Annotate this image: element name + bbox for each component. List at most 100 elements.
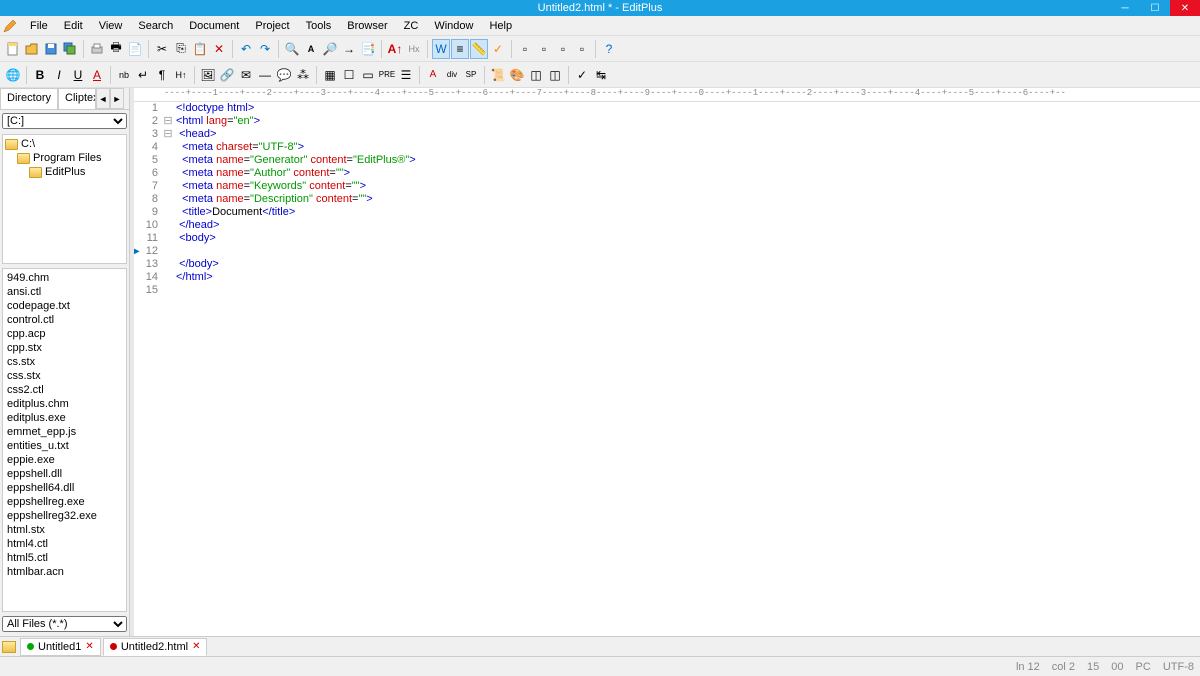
tab-directory[interactable]: Directory	[0, 88, 58, 109]
window3-icon[interactable]: ▫	[554, 39, 572, 59]
font-smaller-icon[interactable]: Hx	[405, 39, 423, 59]
anchor-icon[interactable]: ↵	[134, 65, 152, 85]
nbsp-icon[interactable]: nb	[115, 65, 133, 85]
cut-icon[interactable]: ✂	[153, 39, 171, 59]
email-icon[interactable]: ✉	[237, 65, 255, 85]
style-icon[interactable]: 🎨	[508, 65, 526, 85]
validate-icon[interactable]: ✓	[573, 65, 591, 85]
fold-column[interactable]: ⊟⊟	[162, 102, 174, 636]
doc-tab[interactable]: Untitled2.html✕	[103, 638, 208, 656]
file-item[interactable]: html.stx	[5, 523, 124, 537]
file-item[interactable]: control.ctl	[5, 313, 124, 327]
object-icon[interactable]: ◫	[527, 65, 545, 85]
paste-icon[interactable]: 📋	[191, 39, 209, 59]
replace-icon[interactable]: A	[302, 39, 320, 59]
open-file-icon[interactable]	[23, 39, 41, 59]
menu-project[interactable]: Project	[247, 18, 297, 34]
find-icon[interactable]: 🔍	[283, 39, 301, 59]
comment-icon[interactable]: 💬	[275, 65, 293, 85]
script-icon[interactable]: 📜	[489, 65, 507, 85]
undo-icon[interactable]: ↶	[237, 39, 255, 59]
char-icon[interactable]: ⁂	[294, 65, 312, 85]
file-item[interactable]: cs.stx	[5, 355, 124, 369]
folder-tree[interactable]: C:\Program FilesEditPlus	[2, 134, 127, 264]
maximize-button[interactable]: ☐	[1140, 0, 1170, 16]
tab-cliptext[interactable]: Cliptext	[58, 88, 96, 109]
menu-zc[interactable]: ZC	[396, 18, 427, 34]
help-icon[interactable]: ?	[600, 39, 618, 59]
browser-icon[interactable]: 🌐	[4, 65, 22, 85]
window4-icon[interactable]: ▫	[573, 39, 591, 59]
italic-icon[interactable]: I	[50, 65, 68, 85]
file-item[interactable]: eppshellreg.exe	[5, 495, 124, 509]
span-icon[interactable]: SP	[462, 65, 480, 85]
list-icon[interactable]: ☰	[397, 65, 415, 85]
folder-node[interactable]: Program Files	[5, 151, 124, 165]
applet-icon[interactable]: ◫	[546, 65, 564, 85]
new-file-icon[interactable]	[4, 39, 22, 59]
window1-icon[interactable]: ▫	[516, 39, 534, 59]
menu-edit[interactable]: Edit	[56, 18, 91, 34]
file-item[interactable]: entities_u.txt	[5, 439, 124, 453]
file-item[interactable]: 949.chm	[5, 271, 124, 285]
copy-icon[interactable]: ⎘	[172, 39, 190, 59]
menu-document[interactable]: Document	[181, 18, 247, 34]
file-item[interactable]: eppshell64.dll	[5, 481, 124, 495]
form-icon[interactable]: ☐	[340, 65, 358, 85]
find-files-icon[interactable]: 🔎	[321, 39, 339, 59]
save-icon[interactable]	[42, 39, 60, 59]
file-item[interactable]: html4.ctl	[5, 537, 124, 551]
close-tab-icon[interactable]: ✕	[192, 641, 200, 652]
file-item[interactable]: eppie.exe	[5, 453, 124, 467]
menu-view[interactable]: View	[91, 18, 131, 34]
paragraph-icon[interactable]: ¶	[153, 65, 171, 85]
word-wrap-icon[interactable]: W	[432, 39, 450, 59]
file-item[interactable]: eppshellreg32.exe	[5, 509, 124, 523]
menu-file[interactable]: File	[22, 18, 56, 34]
tab-scroll-right-icon[interactable]: ►	[110, 88, 124, 109]
print-icon[interactable]	[88, 39, 106, 59]
redo-icon[interactable]: ↷	[256, 39, 274, 59]
code-area[interactable]: 123456789101112131415 ⊟⊟ <!doctype html>…	[134, 102, 1200, 636]
menu-window[interactable]: Window	[426, 18, 481, 34]
save-all-icon[interactable]	[61, 39, 79, 59]
file-item[interactable]: codepage.txt	[5, 299, 124, 313]
underline-icon[interactable]: U	[69, 65, 87, 85]
table-icon[interactable]: ▦	[321, 65, 339, 85]
document-icon[interactable]: 📄	[126, 39, 144, 59]
file-item[interactable]: eppshell.dll	[5, 467, 124, 481]
close-button[interactable]: ✕	[1170, 0, 1200, 16]
code-text[interactable]: <!doctype html><html lang="en"> <head> <…	[174, 102, 1200, 636]
minimize-button[interactable]: ─	[1110, 0, 1140, 16]
file-item[interactable]: ansi.ctl	[5, 285, 124, 299]
menu-help[interactable]: Help	[481, 18, 520, 34]
bookmark-icon[interactable]: 📑	[359, 39, 377, 59]
menu-search[interactable]: Search	[130, 18, 181, 34]
font-color-icon[interactable]: A	[88, 65, 106, 85]
file-item[interactable]: css2.ctl	[5, 383, 124, 397]
drive-select[interactable]: [C:]	[2, 113, 127, 129]
file-item[interactable]: cpp.stx	[5, 341, 124, 355]
pre-icon[interactable]: PRE	[378, 65, 396, 85]
folder-node[interactable]: C:\	[5, 137, 124, 151]
hr-icon[interactable]: —	[256, 65, 274, 85]
spell-icon[interactable]: ✓	[489, 39, 507, 59]
delete-icon[interactable]: ✕	[210, 39, 228, 59]
div-icon[interactable]: div	[443, 65, 461, 85]
menu-tools[interactable]: Tools	[298, 18, 340, 34]
print-preview-icon[interactable]: 🖶	[107, 39, 125, 59]
heading-icon[interactable]: H↑	[172, 65, 190, 85]
window2-icon[interactable]: ▫	[535, 39, 553, 59]
ruler-icon[interactable]: 📏	[470, 39, 488, 59]
tidy-icon[interactable]: ↹	[592, 65, 610, 85]
goto-icon[interactable]: →	[340, 39, 358, 59]
file-item[interactable]: css.stx	[5, 369, 124, 383]
file-item[interactable]: cpp.acp	[5, 327, 124, 341]
doc-tab[interactable]: Untitled1✕	[20, 638, 101, 656]
folder-icon[interactable]	[2, 641, 16, 653]
bold-icon[interactable]: B	[31, 65, 49, 85]
file-item[interactable]: editplus.exe	[5, 411, 124, 425]
close-tab-icon[interactable]: ✕	[85, 641, 93, 652]
file-item[interactable]: emmet_epp.js	[5, 425, 124, 439]
image-icon[interactable]: 🖼	[199, 65, 217, 85]
